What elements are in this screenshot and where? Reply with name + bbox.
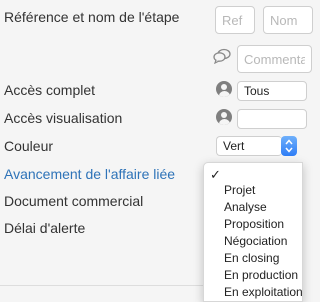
comment-icon [213, 48, 231, 69]
reference-label: Référence et nom de l'étape [4, 9, 180, 25]
color-label: Couleur [4, 138, 54, 154]
menu-item-projet[interactable]: Projet [224, 183, 255, 197]
view-access-label: Accès visualisation [4, 110, 123, 126]
progress-label[interactable]: Avancement de l'affaire liée [4, 166, 175, 182]
alert-label: Délai d'alerte [4, 220, 86, 236]
menu-item-negociation[interactable]: Négociation [224, 234, 287, 248]
menu-item-proposition[interactable]: Proposition [224, 217, 284, 231]
color-select[interactable]: Vert [216, 136, 282, 156]
ref-input[interactable] [215, 6, 255, 34]
user-icon [216, 81, 232, 97]
check-icon: ✓ [210, 167, 221, 182]
comment-input[interactable] [237, 45, 312, 73]
menu-item-en-closing[interactable]: En closing [224, 251, 279, 265]
document-label: Document commercial [4, 193, 144, 209]
menu-item-en-production[interactable]: En production [224, 268, 298, 282]
view-access-select[interactable] [237, 109, 307, 129]
menu-item-analyse[interactable]: Analyse [224, 200, 267, 214]
form-screen: { "form": { "reference_label": "Référenc… [0, 0, 313, 302]
full-access-label: Accès complet [4, 82, 96, 98]
select-arrows-icon[interactable] [281, 136, 297, 156]
full-access-select[interactable]: Tous [237, 81, 307, 101]
menu-item-en-exploitation[interactable]: En exploitation [224, 285, 303, 299]
name-input[interactable] [263, 6, 313, 34]
progress-dropdown-menu[interactable]: ✓ Projet Analyse Proposition Négociation… [203, 162, 303, 302]
user-icon [216, 109, 232, 125]
